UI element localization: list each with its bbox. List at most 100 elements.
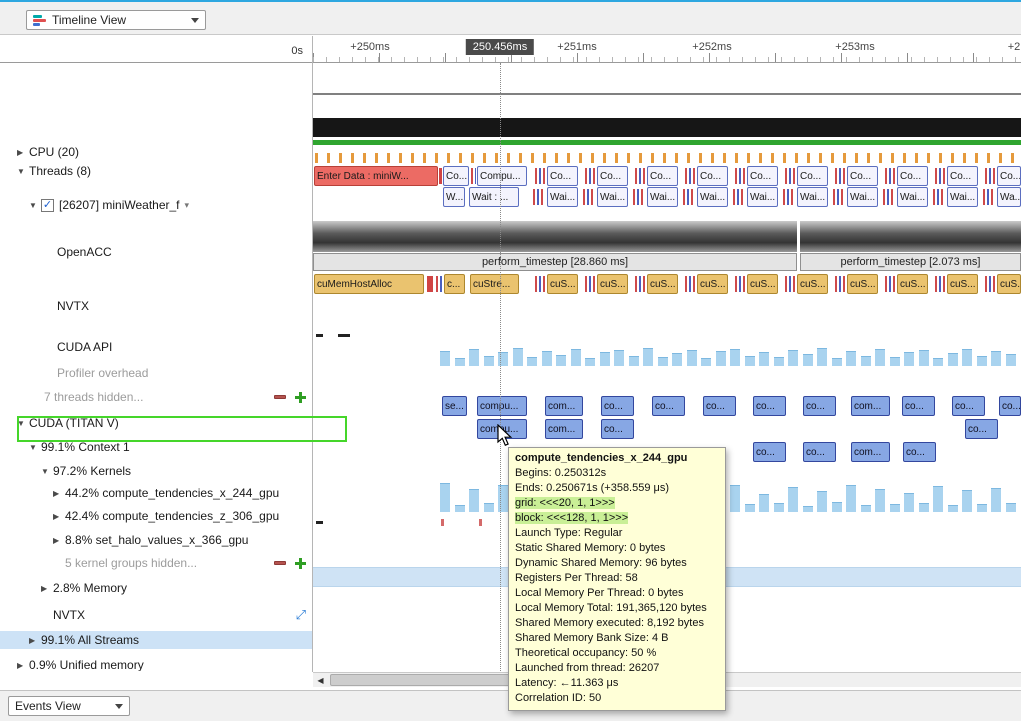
cuda-device-track-bar[interactable] [469, 349, 479, 366]
openacc-row-1-block[interactable] [785, 168, 795, 184]
cuda-device-track-bar[interactable] [455, 358, 465, 366]
sidebar-row-10[interactable]: ▼97.2% Kernels [0, 462, 312, 480]
openacc-row-2-block[interactable]: Wai... [597, 187, 628, 207]
halo-hist-track-bar[interactable] [991, 488, 1001, 512]
cuda-api-track-block[interactable]: cuS... [947, 274, 978, 294]
cuda-device-track-bar[interactable] [440, 351, 450, 366]
halo-hist-track-bar[interactable] [962, 490, 972, 512]
tree-expand-arrow-icon[interactable]: ▶ [53, 536, 65, 545]
kernels-track-block[interactable]: co... [902, 396, 935, 416]
nvtx-range-track-block[interactable]: perform_timestep [28.860 ms] [313, 253, 797, 271]
timeline-ruler[interactable]: 250.456ms +250ms+251ms+252ms+253ms+2 [313, 36, 1021, 63]
kernels-track-block[interactable]: co... [601, 396, 634, 416]
cuda-device-track-bar[interactable] [614, 350, 624, 366]
cuda-device-track-bar[interactable] [687, 350, 697, 366]
openacc-row-2-block[interactable] [883, 189, 895, 205]
memory-track-block[interactable] [316, 521, 323, 524]
openacc-row-1-block[interactable]: Co... [443, 166, 469, 186]
cuda-device-track-bar[interactable] [759, 352, 769, 366]
cuda-device-track-bar[interactable] [875, 349, 885, 366]
tree-expand-arrow-icon[interactable]: ▶ [17, 661, 29, 670]
cuda-device-track-bar[interactable] [774, 357, 784, 366]
openacc-row-1-block[interactable]: Co... [947, 166, 978, 186]
cuda-api-track-block[interactable]: cuS... [797, 274, 828, 294]
nvtx-range-track-block[interactable]: perform_timestep [2.073 ms] [800, 253, 1021, 271]
cuda-api-track-block[interactable] [635, 276, 645, 292]
sidebar-row-16[interactable]: NVTX⤢ [0, 606, 312, 624]
add-icon[interactable] [295, 392, 306, 403]
cuda-device-track-bar[interactable] [600, 352, 610, 366]
openacc-row-2-block[interactable]: Wai... [647, 187, 678, 207]
cuda-api-track-block[interactable]: cuS... [747, 274, 778, 294]
cuda-device-track-bar[interactable] [803, 354, 813, 366]
cuda-device-track-bar[interactable] [484, 356, 494, 366]
compute-x-track-block[interactable]: co... [601, 419, 634, 439]
openacc-row-2-block[interactable]: Wai... [897, 187, 928, 207]
openacc-row-1-block[interactable] [635, 168, 645, 184]
cuda-api-track-block[interactable]: cuS... [647, 274, 678, 294]
halo-hist-track-bar[interactable] [875, 489, 885, 512]
openacc-row-2-block[interactable] [533, 189, 545, 205]
openacc-row-2-block[interactable]: Wai... [547, 187, 578, 207]
hidden-threads-track-block[interactable] [338, 334, 350, 337]
thread-menu-arrow-icon[interactable]: ▾ [185, 200, 190, 211]
cuda-device-track-bar[interactable] [1006, 354, 1016, 366]
openacc-row-1-block[interactable]: Co... [797, 166, 828, 186]
cuda-device-track-bar[interactable] [571, 349, 581, 366]
tree-collapse-arrow-icon[interactable]: ▼ [29, 443, 41, 452]
hidden-threads-track-block[interactable] [316, 334, 323, 337]
openacc-row-1-block[interactable] [471, 168, 476, 184]
tree-expand-arrow-icon[interactable]: ▶ [29, 636, 41, 645]
cuda-device-track-bar[interactable] [890, 357, 900, 366]
kernels-track-block[interactable]: se... [442, 396, 467, 416]
halo-hist-track-bar[interactable] [759, 494, 769, 512]
halo-hist-track-bar[interactable] [919, 503, 929, 512]
cuda-api-track-block[interactable]: cuS... [597, 274, 628, 294]
openacc-row-2-block[interactable] [583, 189, 595, 205]
openacc-row-2-block[interactable]: Wai... [947, 187, 978, 207]
scroll-left-arrow-icon[interactable]: ◀ [313, 673, 328, 687]
compute-x-track-block[interactable]: com... [545, 419, 583, 439]
halo-hist-track-bar[interactable] [745, 504, 755, 512]
halo-hist-track-bar[interactable] [890, 504, 900, 512]
cuda-api-track-block[interactable]: cuMemHostAlloc [314, 274, 424, 294]
openacc-row-1-block[interactable]: Co... [997, 166, 1021, 186]
openacc-row-1-block[interactable]: Enter Data : miniW... [314, 166, 438, 186]
cuda-device-track-bar[interactable] [933, 358, 943, 366]
cuda-device-track-bar[interactable] [832, 358, 842, 366]
halo-hist-track-bar[interactable] [484, 503, 494, 512]
cuda-device-track-bar[interactable] [658, 357, 668, 366]
cuda-device-track-bar[interactable] [745, 356, 755, 366]
openacc-row-2-block[interactable] [933, 189, 945, 205]
cuda-device-track-bar[interactable] [527, 357, 537, 366]
halo-hist-track-bar[interactable] [904, 493, 914, 512]
cuda-api-track-block[interactable] [735, 276, 745, 292]
kernels-track-block[interactable]: co... [652, 396, 685, 416]
halo-hist-track-bar[interactable] [803, 506, 813, 512]
sidebar-row-2[interactable]: ▼✓[26207] miniWeather_f▾ [0, 196, 312, 214]
openacc-row-1-block[interactable] [585, 168, 595, 184]
openacc-row-2-block[interactable]: Wai... [797, 187, 828, 207]
openacc-row-2-block[interactable] [983, 189, 995, 205]
halo-hist-track-bar[interactable] [977, 504, 987, 512]
openacc-row-1-block[interactable] [439, 168, 442, 184]
compute-x-track-block[interactable]: co... [965, 419, 998, 439]
cuda-device-track-bar[interactable] [991, 351, 1001, 366]
cuda-api-track-block[interactable]: cuS... [547, 274, 578, 294]
halo-hist-track-bar[interactable] [846, 485, 856, 512]
cuda-api-track-block[interactable] [585, 276, 595, 292]
tree-expand-arrow-icon[interactable]: ▶ [53, 512, 65, 521]
sidebar-row-11[interactable]: ▶44.2% compute_tendencies_x_244_gpu [0, 484, 312, 502]
sidebar-row-7[interactable]: 7 threads hidden... [0, 388, 312, 406]
cuda-device-track-bar[interactable] [643, 348, 653, 366]
cuda-device-track-bar[interactable] [585, 358, 595, 366]
sidebar-row-12[interactable]: ▶42.4% compute_tendencies_z_306_gpu [0, 507, 312, 525]
sidebar-row-17[interactable]: ▶99.1% All Streams [0, 631, 312, 649]
tree-expand-arrow-icon[interactable]: ▶ [41, 584, 53, 593]
halo-hist-track-bar[interactable] [817, 491, 827, 512]
sidebar-row-14[interactable]: 5 kernel groups hidden... [0, 554, 312, 572]
halo-hist-track-bar[interactable] [469, 489, 479, 512]
cuda-device-track-bar[interactable] [556, 355, 566, 366]
compute-z-track-block[interactable]: co... [753, 442, 786, 462]
sidebar-row-5[interactable]: CUDA API [0, 338, 312, 356]
